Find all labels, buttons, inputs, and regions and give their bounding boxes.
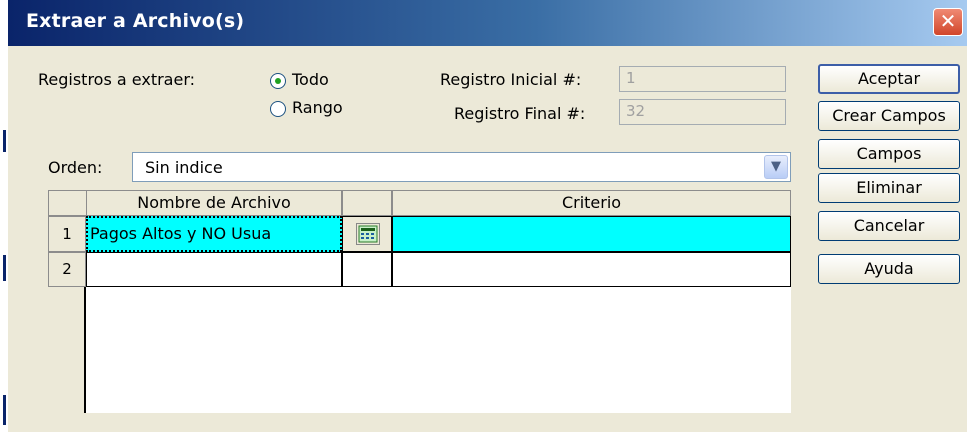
calculator-cell-empty[interactable]: [342, 252, 392, 287]
delete-button[interactable]: Eliminar: [818, 173, 960, 203]
help-button[interactable]: Ayuda: [818, 254, 960, 284]
row-number[interactable]: 2: [48, 252, 86, 287]
create-fields-button[interactable]: Crear Campos: [818, 101, 960, 131]
grid-corner: [48, 190, 86, 216]
accept-button[interactable]: Aceptar: [818, 64, 960, 94]
calculator-cell[interactable]: [342, 216, 392, 252]
radio-selected-dot: [274, 77, 281, 84]
cancel-button[interactable]: Cancelar: [818, 211, 960, 241]
window-title: Extraer a Archivo(s): [26, 10, 245, 32]
dialog-window: Extraer a Archivo(s) ✕ Registros a extra…: [8, 0, 967, 432]
radio-rango[interactable]: [270, 101, 286, 117]
criteria-cell[interactable]: [392, 216, 791, 252]
column-header-filename[interactable]: Nombre de Archivo: [86, 190, 342, 216]
final-record-field[interactable]: 32: [619, 99, 786, 125]
column-header-criteria[interactable]: Criterio: [392, 190, 791, 216]
order-label: Orden:: [48, 158, 103, 177]
calculator-icon[interactable]: [356, 223, 380, 245]
initial-record-field[interactable]: 1: [619, 66, 786, 92]
grid-row-header-area: [48, 287, 86, 413]
radio-todo[interactable]: [270, 73, 286, 89]
order-select[interactable]: Sin indice ▼: [132, 152, 791, 182]
row-number[interactable]: 1: [48, 216, 86, 252]
final-record-label: Registro Final #:: [454, 104, 586, 123]
title-bar: Extraer a Archivo(s) ✕: [8, 0, 967, 46]
filename-cell[interactable]: Pagos Altos y NO Usua: [86, 216, 342, 252]
left-edge: [0, 0, 8, 432]
radio-todo-label[interactable]: Todo: [292, 70, 329, 89]
close-icon: ✕: [939, 9, 957, 33]
initial-record-label: Registro Inicial #:: [440, 70, 582, 89]
fields-button[interactable]: Campos: [818, 139, 960, 169]
criteria-cell[interactable]: [392, 252, 791, 287]
column-header-blank[interactable]: [342, 190, 392, 216]
filename-cell[interactable]: [86, 252, 342, 287]
chevron-down-icon[interactable]: ▼: [764, 155, 788, 179]
radio-rango-label[interactable]: Rango: [292, 98, 343, 117]
files-grid: Nombre de Archivo Criterio 1 Pagos Altos…: [48, 190, 791, 413]
order-select-value: Sin indice: [145, 158, 223, 177]
extract-label: Registros a extraer:: [38, 70, 195, 89]
close-button[interactable]: ✕: [933, 8, 963, 36]
